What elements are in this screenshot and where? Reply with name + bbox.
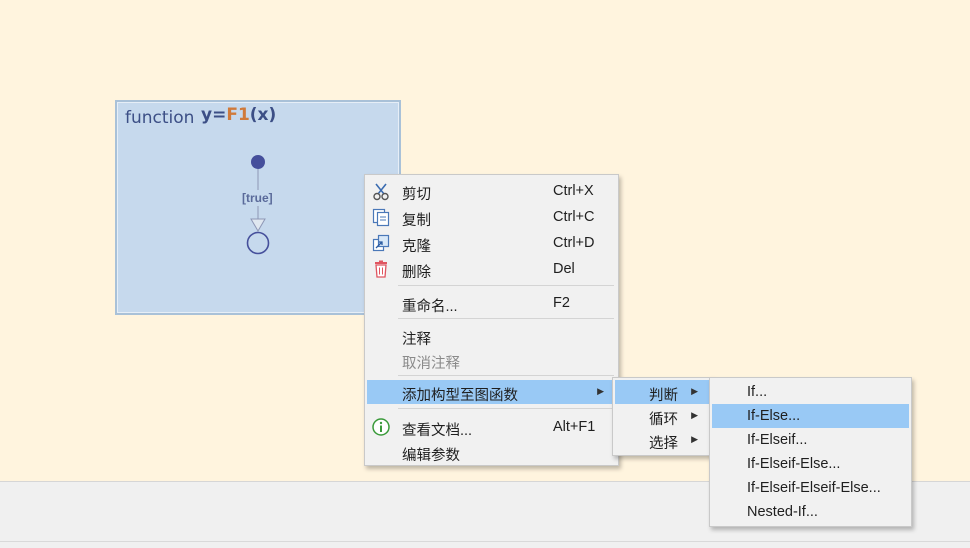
clone-icon xyxy=(372,234,390,252)
menu-item-copy[interactable]: 复制 Ctrl+C xyxy=(367,205,616,229)
trash-icon xyxy=(375,260,387,278)
context-menu: 剪切 Ctrl+X 复制 Ctrl+C 克隆 Ctrl+D 删除 Del 重命名… xyxy=(364,174,619,466)
submenu-arrow-icon: ▶ xyxy=(691,386,698,396)
menu-item-view-docs[interactable]: 查看文档... Alt+F1 xyxy=(367,415,616,439)
submenu-arrow-icon: ▶ xyxy=(691,434,698,444)
menu-item-clone[interactable]: 克隆 Ctrl+D xyxy=(367,231,616,255)
menu-item-add-construct[interactable]: 添加构型至图函数 ▶ xyxy=(367,380,616,404)
if-else-item[interactable]: If-Else... xyxy=(712,404,909,428)
function-block[interactable]: function y=F1(x) [true] xyxy=(115,100,401,315)
default-transition-dot xyxy=(251,155,265,169)
submenu-item-switch[interactable]: 选择 ▶ xyxy=(615,428,710,452)
copy-icon xyxy=(372,208,390,227)
submenu-item-loop[interactable]: 循环 ▶ xyxy=(615,404,710,428)
menu-item-cut[interactable]: 剪切 Ctrl+X xyxy=(367,179,616,203)
menu-separator xyxy=(398,408,614,409)
menu-item-uncomment[interactable]: 取消注释 xyxy=(367,348,616,372)
transition-arrowhead xyxy=(250,218,266,232)
submenu-arrow-icon: ▶ xyxy=(691,410,698,420)
menu-item-edit-params[interactable]: 编辑参数 xyxy=(367,440,616,464)
junction-node xyxy=(246,231,270,255)
transition-label: [true] xyxy=(242,191,273,205)
nested-if-item[interactable]: Nested-If... xyxy=(712,500,909,524)
menu-separator xyxy=(398,375,614,376)
info-icon xyxy=(372,418,390,436)
if-elseif-elseif-else-item[interactable]: If-Elseif-Elseif-Else... xyxy=(712,476,909,500)
menu-item-comment[interactable]: 注释 xyxy=(367,324,616,348)
if-elseif-item[interactable]: If-Elseif... xyxy=(712,428,909,452)
submenu-item-decision[interactable]: 判断 ▶ xyxy=(615,380,710,404)
menu-item-rename[interactable]: 重命名... F2 xyxy=(367,291,616,315)
menu-item-delete[interactable]: 删除 Del xyxy=(367,257,616,281)
if-elseif-else-item[interactable]: If-Elseif-Else... xyxy=(712,452,909,476)
submenu-arrow-icon: ▶ xyxy=(597,386,604,396)
menu-separator xyxy=(398,285,614,286)
flow-diagram xyxy=(246,155,270,255)
construct-submenu: 判断 ▶ 循环 ▶ 选择 ▶ xyxy=(612,377,713,456)
decision-submenu: If... If-Else... If-Elseif... If-Elseif-… xyxy=(709,377,912,527)
scissors-icon xyxy=(373,183,389,201)
if-item[interactable]: If... xyxy=(712,380,909,404)
menu-separator xyxy=(398,318,614,319)
